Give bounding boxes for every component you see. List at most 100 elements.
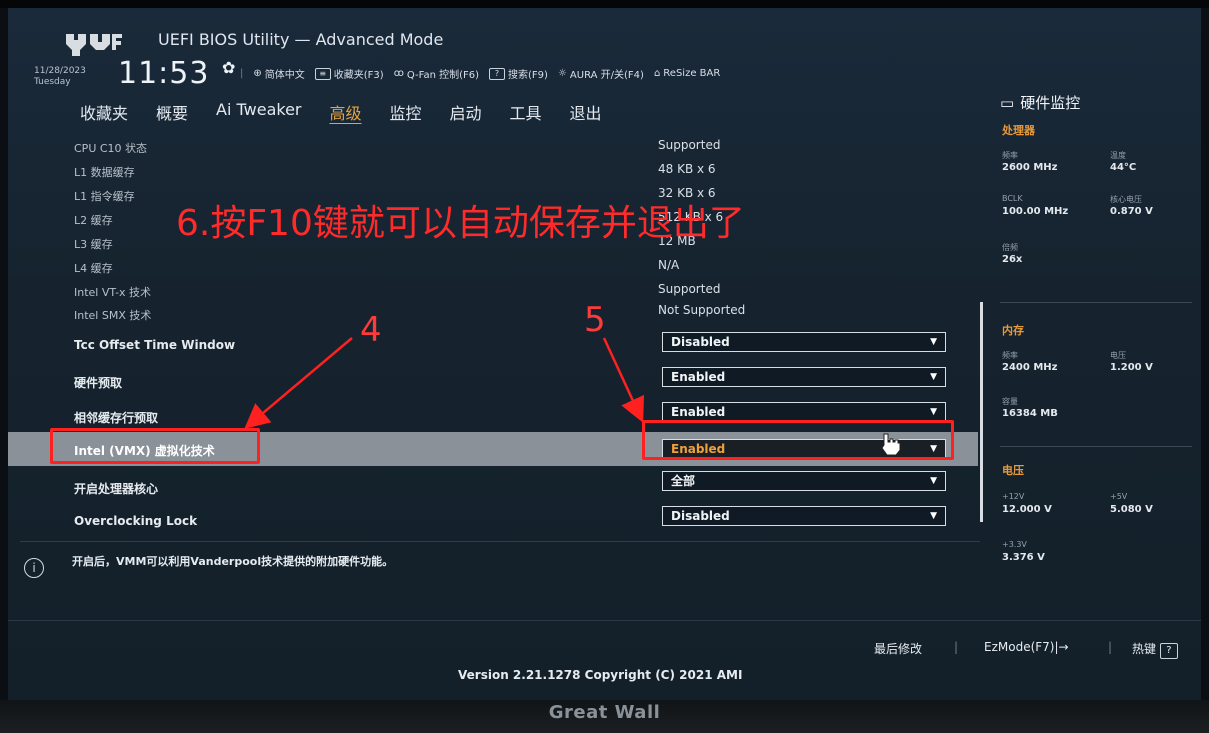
setting-row-oc-lock[interactable]: Overclocking Lock Disabled ▼ [8, 502, 978, 532]
adj-prefetch-dropdown[interactable]: Enabled ▼ [662, 402, 946, 422]
info-row-value: N/A [658, 258, 680, 272]
tcc-offset-dropdown[interactable]: Disabled ▼ [662, 332, 946, 352]
mem-freq-label: 频率 [1002, 351, 1018, 360]
setting-row-tcc-offset[interactable]: Tcc Offset Time Window Disabled ▼ [8, 328, 978, 358]
info-row-value: Supported [658, 282, 721, 296]
gear-icon[interactable]: ✿ [222, 58, 235, 77]
info-row-vtx: Intel VT-x 技术 Supported [8, 280, 978, 300]
info-row-label: Intel SMX 技术 [74, 309, 152, 322]
help-text: 开启后，VMM可以利用Vanderpool技术提供的附加硬件功能。 [72, 555, 394, 568]
ezmode-button[interactable]: EzMode(F7)|→ [984, 640, 1069, 654]
cpu-temp-value: 44°C [1110, 162, 1137, 173]
version-text: Version 2.21.1278 Copyright (C) 2021 AMI [458, 668, 743, 682]
globe-icon: ⊕ [253, 68, 262, 79]
chevron-down-icon: ▼ [930, 407, 937, 417]
tab-boot[interactable]: 启动 [436, 100, 496, 124]
setting-row-label: 硬件预取 [74, 376, 123, 390]
v12-label: +12V [1002, 492, 1025, 501]
info-icon: i [24, 558, 44, 578]
aura-icon: ☼ [557, 68, 567, 79]
cpu-bclk-label: BCLK [1002, 194, 1023, 203]
cpu-bclk-value: 100.00 MHz [1002, 206, 1069, 217]
tab-advanced[interactable]: 高级 [315, 100, 375, 124]
setting-row-hw-prefetch[interactable]: 硬件预取 Enabled ▼ [8, 364, 978, 394]
chevron-down-icon: ▼ [930, 511, 937, 521]
cores-dropdown[interactable]: 全部 ▼ [662, 471, 946, 491]
info-row-l4: L4 缓存 N/A [8, 256, 978, 276]
cpu-freq-value: 2600 MHz [1002, 162, 1058, 173]
hw-prefetch-dropdown[interactable]: Enabled ▼ [662, 367, 946, 387]
monitor-divider [1000, 302, 1192, 303]
tab-ai-tweaker[interactable]: Ai Tweaker [202, 100, 315, 124]
toolbar-search-label: 搜索(F9) [508, 70, 548, 81]
footer-divider [8, 620, 1201, 621]
tab-monitor[interactable]: 监控 [376, 100, 436, 124]
info-row-value: Not Supported [658, 303, 746, 317]
toolbar-search[interactable]: ? 搜索(F9) [489, 66, 548, 81]
annotation-box-vmx-label [50, 428, 260, 464]
resize-bar-icon: ⌂ [653, 68, 661, 79]
cpu-temp-label: 温度 [1110, 151, 1126, 160]
tab-tool[interactable]: 工具 [496, 100, 556, 124]
annotation-instruction: 6.按F10键就可以自动保存并退出了 [176, 203, 745, 244]
footer-separator: | [954, 640, 959, 654]
tab-exit[interactable]: 退出 [556, 100, 616, 124]
tab-overview[interactable]: 概要 [142, 100, 202, 124]
info-row-cpu-c10: CPU C10 状态 Supported [8, 136, 978, 156]
mem-cap-label: 容量 [1002, 397, 1018, 406]
weekday-text: Tuesday [34, 77, 71, 87]
oc-lock-dropdown[interactable]: Disabled ▼ [662, 506, 946, 526]
hotkeys-label: 热键 [1132, 642, 1157, 656]
mem-cap-value: 16384 MB [1002, 408, 1058, 419]
info-row-label: L2 缓存 [74, 214, 113, 227]
tuf-logo-icon [66, 34, 122, 56]
info-row-label: Intel VT-x 技术 [74, 286, 152, 299]
hotkeys-button[interactable]: 热键 ? [1132, 640, 1178, 659]
toolbar-resize-bar-label: ReSize BAR [663, 68, 721, 79]
setting-row-cores[interactable]: 开启处理器核心 全部 ▼ [8, 468, 978, 498]
exit-arrow-icon: → [1058, 640, 1069, 654]
memory-section-title: 内存 [1002, 324, 1024, 337]
toolbar-qfan-label: Q-Fan 控制(F6) [406, 70, 480, 81]
bios-screen: UEFI BIOS Utility — Advanced Mode 11/28/… [8, 8, 1201, 700]
toolbar-favorites[interactable]: ≡ 收藏夹(F3) [314, 66, 384, 81]
cpu-section-title: 处理器 [1002, 124, 1035, 137]
dropdown-value: Enabled [671, 370, 726, 384]
main-menu: 收藏夹 概要 Ai Tweaker 高级 监控 启动 工具 退出 [66, 100, 616, 124]
cpu-vcore-label: 核心电压 [1110, 195, 1142, 204]
top-toolbar: | ⊕ 简体中文 ≡ 收藏夹(F3) ꝏ Q-Fan 控制(F6) ? 搜索(F9) ☼… [240, 66, 720, 81]
help-icon: ? [489, 67, 506, 80]
settings-scrollbar[interactable] [980, 302, 983, 522]
monitor-icon: ▭ [1000, 93, 1015, 112]
info-row-label: L1 数据缓存 [74, 166, 135, 179]
chevron-down-icon: ▼ [930, 337, 937, 347]
toolbar-aura[interactable]: ☼ AURA 开/关(F4) [558, 66, 644, 81]
v12-value: 12.000 V [1002, 504, 1052, 515]
dropdown-value: Disabled [671, 509, 730, 523]
tab-favorites[interactable]: 收藏夹 [66, 100, 142, 124]
cpu-ratio-value: 26x [1002, 254, 1023, 265]
toolbar-resize-bar[interactable]: ⌂ ReSize BAR [654, 68, 720, 79]
dropdown-value: 全部 [671, 474, 696, 488]
info-row-value: 48 KB x 6 [658, 162, 716, 176]
toolbar-language[interactable]: ⊕ 简体中文 [253, 66, 304, 81]
v33-label: +3.3V [1002, 540, 1027, 549]
info-row-label: L1 指令缓存 [74, 190, 135, 203]
setting-row-label: Tcc Offset Time Window [74, 338, 236, 352]
toolbar-qfan[interactable]: ꝏ Q-Fan 控制(F6) [394, 66, 479, 81]
last-modified-button[interactable]: 最后修改 [874, 640, 922, 657]
cpu-freq-label: 频率 [1002, 151, 1018, 160]
footer-separator: | [1108, 640, 1113, 654]
hardware-monitor-panel: ▭ 硬件监控 处理器 频率 温度 2600 MHz 44°C BCLK 核心电压… [986, 86, 1201, 646]
voltage-section-title: 电压 [1002, 464, 1024, 477]
info-row-value: Supported [658, 138, 721, 152]
info-row-l1-data: L1 数据缓存 48 KB x 6 [8, 160, 978, 180]
toolbar-language-label: 简体中文 [264, 70, 305, 81]
cpu-ratio-label: 倍频 [1002, 243, 1018, 252]
info-row-smx: Intel SMX 技术 Not Supported [8, 303, 978, 323]
setting-row-label: 开启处理器核心 [74, 482, 159, 496]
annotation-step-4: 4 [360, 310, 382, 350]
monitor-divider [1000, 446, 1192, 447]
dropdown-value: Disabled [671, 335, 730, 349]
hardware-monitor-title: ▭ 硬件监控 [1000, 92, 1080, 113]
